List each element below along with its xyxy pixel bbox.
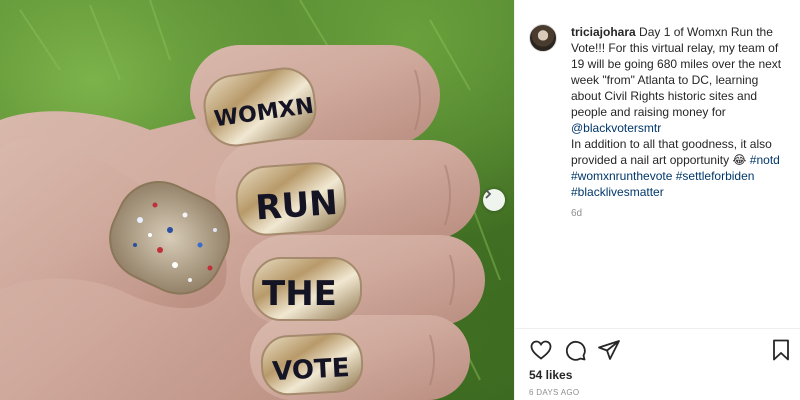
divider — [515, 328, 800, 329]
hashtag-link[interactable]: #blacklivesmatter — [571, 185, 664, 199]
hashtag-link[interactable]: #womxnrunthevote — [571, 169, 672, 183]
share-button[interactable] — [597, 338, 621, 362]
hashtag-link[interactable]: #notd — [750, 153, 780, 167]
action-bar — [529, 338, 791, 362]
share-icon — [598, 340, 620, 360]
chevron-right-icon — [485, 189, 492, 199]
caption-block: triciajohara Day 1 of Womxn Run the Vote… — [529, 24, 791, 219]
avatar[interactable] — [529, 24, 557, 52]
caption-age: 6d — [571, 208, 583, 219]
nail-word-2: RUN — [254, 183, 339, 229]
post-photo: WOMXN RUN THE VOTE — [0, 0, 514, 400]
likes-count[interactable]: 54 likes — [529, 368, 572, 382]
nail-word-3: THE — [262, 274, 337, 314]
like-button[interactable] — [529, 338, 553, 362]
nail-art-photo: WOMXN RUN THE VOTE — [0, 0, 501, 400]
carousel-next-button[interactable] — [483, 189, 505, 211]
comment-icon — [565, 340, 586, 361]
heart-icon — [530, 340, 552, 360]
caption-text-tail: In addition to all that goodness, it als… — [571, 137, 772, 167]
caption-text: Day 1 of Womxn Run the Vote!!! For this … — [571, 25, 782, 119]
post-timestamp: 6 DAYS AGO — [529, 388, 580, 397]
post-side-panel: triciajohara Day 1 of Womxn Run the Vote… — [514, 0, 800, 400]
nail-word-4: VOTE — [272, 353, 351, 387]
mention-link[interactable]: @blackvotersmtr — [571, 121, 661, 135]
comment-button[interactable] — [563, 338, 587, 362]
save-button[interactable] — [769, 338, 793, 362]
hashtag-link[interactable]: #settleforbiden — [676, 169, 755, 183]
username-link[interactable]: triciajohara — [571, 25, 636, 39]
post-caption: triciajohara Day 1 of Womxn Run the Vote… — [571, 24, 789, 200]
bookmark-icon — [773, 339, 789, 361]
